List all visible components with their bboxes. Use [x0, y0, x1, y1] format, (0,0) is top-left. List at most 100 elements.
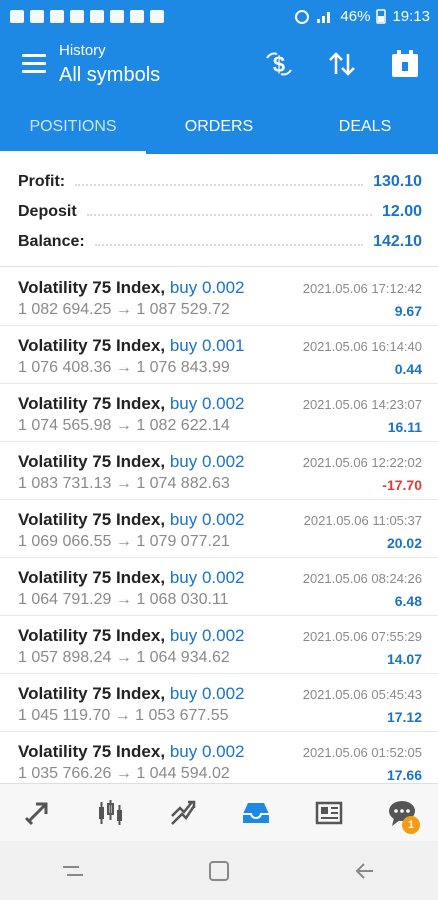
balance-row: Balance: 142.10 [18, 227, 422, 257]
trade-side: buy 0.002 [169, 510, 245, 529]
trade-side: buy 0.002 [169, 684, 245, 703]
shield-icon [150, 9, 164, 23]
recent-apps-icon [63, 865, 83, 876]
chat-notification-icon [30, 9, 44, 23]
trade-time: 2021.05.06 07:55:29 [302, 629, 422, 644]
price-range: 1 035 766.26 → 1 044 594.02 [18, 765, 230, 782]
trade-side: buy 0.002 [169, 626, 245, 645]
trade-time: 2021.05.06 16:14:40 [302, 339, 422, 354]
trade-side: buy 0.002 [169, 278, 245, 297]
symbol-name: Volatility 75 Index, [18, 336, 166, 355]
symbol-name: Volatility 75 Index, [18, 452, 166, 471]
mail-icon [90, 9, 104, 23]
symbol-name: Volatility 75 Index, [18, 510, 166, 529]
trade-profit: 17.12 [386, 709, 422, 725]
symbol-name: Volatility 75 Index, [18, 568, 166, 587]
price-range: 1 082 694.25 → 1 087 529.72 [18, 301, 230, 318]
download-icon [130, 9, 144, 23]
back-icon [355, 862, 373, 879]
alarm-icon [295, 10, 310, 24]
system-nav-bar [0, 841, 438, 900]
clock: 19:13 [392, 7, 430, 25]
list-item[interactable]: Volatility 75 Index, buy 0.002 1 057 898… [0, 615, 438, 674]
list-item[interactable]: Volatility 75 Index, buy 0.002 1 069 066… [0, 499, 438, 558]
profit-row: Profit: 130.10 [18, 167, 422, 197]
currency-filter-icon[interactable]: $ [263, 48, 295, 80]
battery-icon [376, 9, 387, 24]
price-range: 1 045 119.70 → 1 053 677.55 [18, 707, 229, 724]
deposit-row: Deposit 12.00 [18, 197, 422, 227]
trade-time: 2021.05.06 01:52:05 [302, 745, 422, 760]
page-subtitle: History [59, 42, 106, 59]
list-item[interactable]: Volatility 75 Index, buy 0.002 1 045 119… [0, 673, 438, 732]
trade-side: buy 0.002 [169, 742, 245, 761]
sort-icon[interactable] [326, 48, 358, 80]
signal-icon [317, 12, 331, 23]
back-button[interactable] [292, 841, 438, 900]
trade-time: 2021.05.06 08:24:26 [302, 571, 422, 586]
home-button[interactable] [146, 841, 292, 900]
list-item[interactable]: Volatility 75 Index, buy 0.002 1 035 766… [0, 731, 438, 783]
trade-time: 2021.05.06 14:23:07 [302, 397, 422, 412]
trade-time: 2021.05.06 12:22:02 [302, 455, 422, 470]
trade-profit: 14.07 [386, 651, 422, 667]
facebook-icon [50, 9, 64, 23]
trade-profit: 16.11 [387, 419, 422, 435]
deposit-value: 12.00 [381, 203, 422, 220]
trade-time: 2021.05.06 05:45:43 [302, 687, 422, 702]
image-icon [110, 9, 124, 23]
trade-icon[interactable] [146, 784, 219, 842]
dotted-leader [86, 214, 372, 216]
positions-list[interactable]: Volatility 75 Index, buy 0.002 1 082 694… [0, 267, 438, 783]
bottom-nav: 1 [0, 783, 438, 842]
page-title[interactable]: All symbols [59, 64, 160, 87]
price-range: 1 057 898.24 → 1 064 934.62 [18, 649, 230, 666]
recent-apps-button[interactable] [0, 841, 146, 900]
tools-icon [70, 9, 84, 23]
dotted-leader [94, 244, 364, 246]
symbol-name: Volatility 75 Index, [18, 278, 166, 297]
tab-bar: POSITIONS ORDERS DEALS [0, 100, 438, 154]
news-icon[interactable] [292, 784, 365, 842]
summary-panel: Profit: 130.10 Deposit 12.00 Balance: 14… [0, 160, 438, 264]
symbol-name: Volatility 75 Index, [18, 394, 166, 413]
chat-badge: 1 [402, 816, 420, 834]
svg-text:$: $ [273, 52, 285, 77]
calendar-icon[interactable] [389, 48, 421, 80]
trade-profit: 6.48 [394, 593, 422, 609]
price-range: 1 076 408.36 → 1 076 843.99 [18, 359, 230, 376]
trade-time: 2021.05.06 17:12:42 [302, 281, 422, 296]
tab-indicator [0, 151, 146, 154]
status-bar: 46% 19:13 [0, 0, 438, 32]
menu-icon[interactable] [22, 54, 46, 74]
symbol-name: Volatility 75 Index, [18, 684, 166, 703]
list-item[interactable]: Volatility 75 Index, buy 0.002 1 074 565… [0, 383, 438, 442]
deposit-label: Deposit [18, 203, 77, 220]
trade-side: buy 0.002 [169, 452, 245, 471]
price-range: 1 074 565.98 → 1 082 622.14 [18, 417, 230, 434]
list-item[interactable]: Volatility 75 Index, buy 0.002 1 082 694… [0, 267, 438, 326]
trade-side: buy 0.001 [169, 336, 245, 355]
chat-icon[interactable]: 1 [365, 784, 438, 842]
price-range: 1 064 791.29 → 1 068 030.11 [18, 591, 229, 608]
profit-label: Profit: [18, 173, 66, 190]
home-icon [209, 860, 229, 881]
list-item[interactable]: Volatility 75 Index, buy 0.001 1 076 408… [0, 325, 438, 384]
price-range: 1 083 731.13 → 1 074 882.63 [18, 475, 230, 492]
tab-orders[interactable]: ORDERS [146, 100, 292, 154]
profit-value: 130.10 [373, 173, 422, 190]
balance-label: Balance: [18, 233, 85, 250]
trade-profit: -17.70 [382, 477, 422, 493]
quotes-icon[interactable] [0, 784, 73, 842]
list-item[interactable]: Volatility 75 Index, buy 0.002 1 083 731… [0, 441, 438, 500]
dotted-leader [75, 184, 364, 186]
list-item[interactable]: Volatility 75 Index, buy 0.002 1 064 791… [0, 557, 438, 616]
balance-value: 142.10 [373, 233, 422, 250]
symbol-name: Volatility 75 Index, [18, 626, 166, 645]
tab-deals[interactable]: DEALS [292, 100, 438, 154]
tab-positions[interactable]: POSITIONS [0, 100, 146, 154]
trade-side: buy 0.002 [169, 568, 245, 587]
chart-icon[interactable] [73, 784, 146, 842]
history-icon[interactable] [219, 784, 292, 842]
price-range: 1 069 066.55 → 1 079 077.21 [18, 533, 230, 550]
